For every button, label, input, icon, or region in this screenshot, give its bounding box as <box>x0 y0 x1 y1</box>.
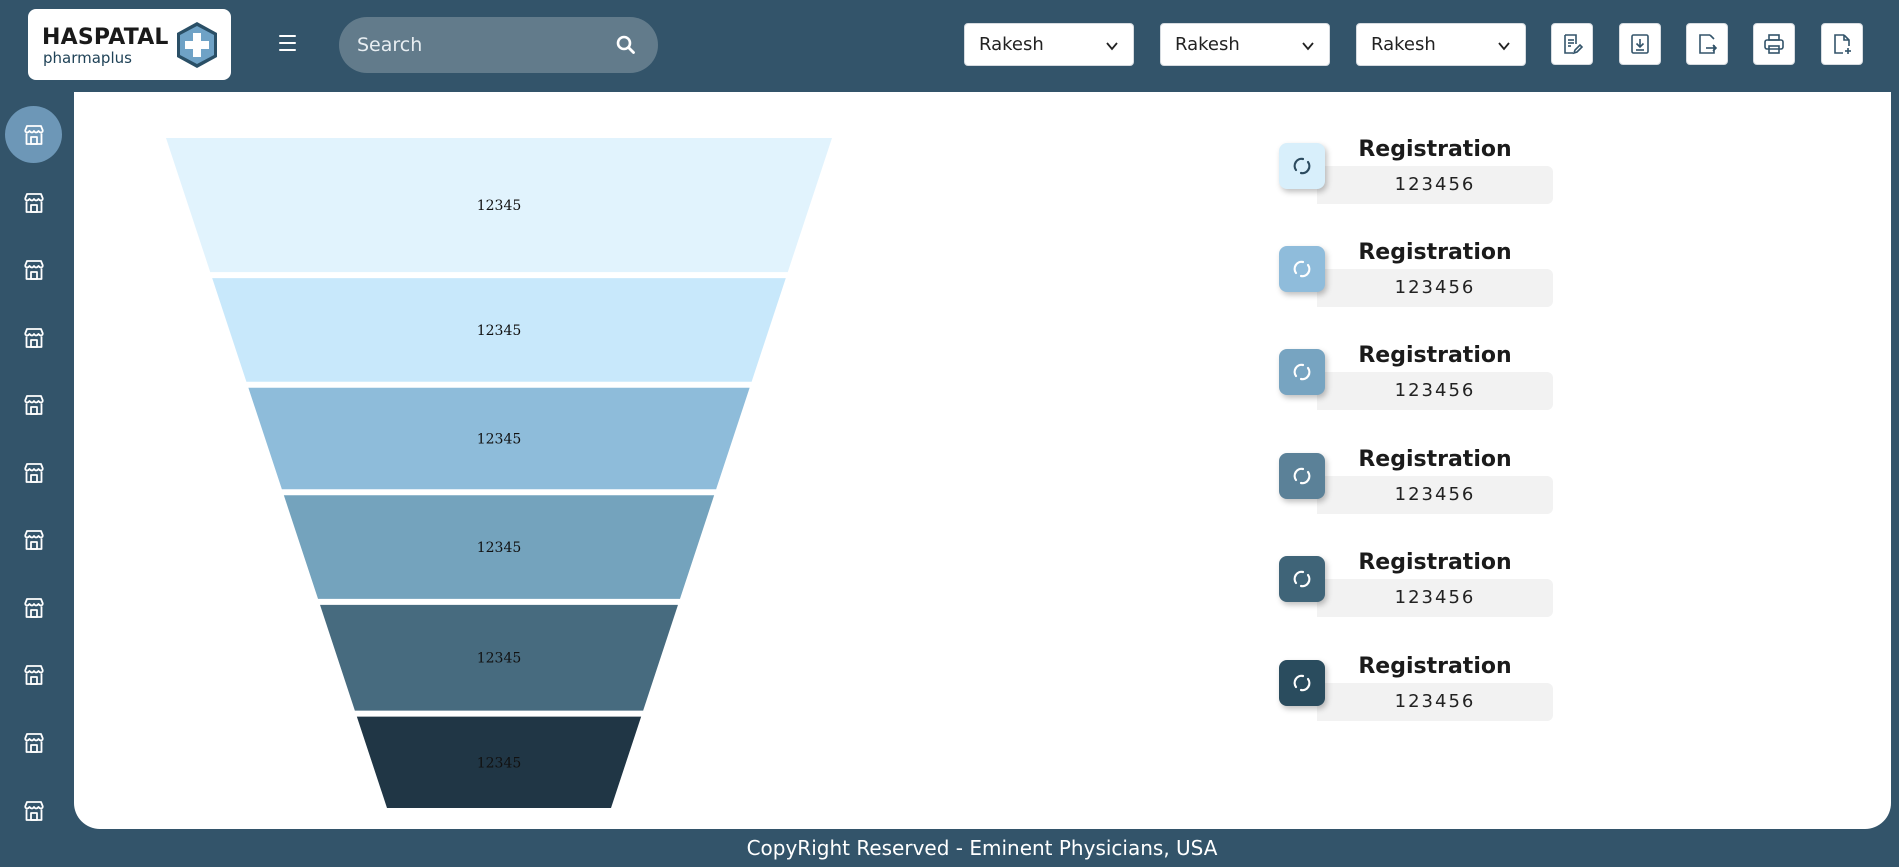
funnel-label: 12345 <box>477 651 522 667</box>
main-panel: 12345 12345 12345 12345 12345 12345 Registrat… <box>74 92 1891 829</box>
sidebar-item-10[interactable] <box>5 714 62 771</box>
store-icon <box>23 192 44 213</box>
export-icon <box>1699 34 1718 54</box>
stat-label: Registration <box>1358 550 1512 575</box>
dropdown-value: Rakesh <box>1371 34 1436 55</box>
stat-label: Registration <box>1358 447 1512 472</box>
link-icon <box>1293 568 1311 590</box>
stat-card[interactable]: Registration 123456 <box>1279 240 1569 307</box>
footer-copyright: CopyRight Reserved - Eminent Physicians,… <box>746 836 1218 860</box>
stat-icon-box <box>1279 349 1325 395</box>
link-icon <box>1293 155 1311 177</box>
store-icon <box>23 800 44 821</box>
logo-subtitle: pharmaplus <box>43 49 132 67</box>
filter-dropdown-2[interactable]: Rakesh <box>1160 23 1330 66</box>
sidebar-item-3[interactable] <box>5 241 62 298</box>
sidebar-item-6[interactable] <box>5 444 62 501</box>
link-icon <box>1293 258 1311 280</box>
stat-card[interactable]: Registration 123456 <box>1279 137 1569 204</box>
app-logo[interactable]: HASPATAL pharmaplus <box>28 9 231 80</box>
sidebar-item-4[interactable] <box>5 309 62 366</box>
search-icon[interactable] <box>615 34 637 56</box>
stat-value: 123456 <box>1317 372 1553 410</box>
filter-dropdown-3[interactable]: Rakesh <box>1356 23 1526 66</box>
logo-title: HASPATAL <box>42 25 169 50</box>
edit-report-button[interactable] <box>1551 23 1593 65</box>
link-icon <box>1293 361 1311 383</box>
stat-icon-box <box>1279 246 1325 292</box>
link-icon <box>1293 465 1311 487</box>
stat-value: 123456 <box>1317 269 1553 307</box>
funnel-label: 12345 <box>477 432 522 448</box>
sidebar <box>0 92 74 832</box>
funnel-label: 12345 <box>477 755 522 771</box>
store-icon <box>23 529 44 550</box>
stat-value: 123456 <box>1317 476 1553 514</box>
new-file-button[interactable] <box>1821 23 1863 65</box>
stat-value: 123456 <box>1317 579 1553 617</box>
chevron-down-icon <box>1302 42 1314 51</box>
search-input[interactable] <box>357 17 607 73</box>
dropdown-value: Rakesh <box>979 34 1044 55</box>
stat-label: Registration <box>1358 654 1512 679</box>
chevron-down-icon <box>1106 42 1118 51</box>
sidebar-item-7[interactable] <box>5 511 62 568</box>
chevron-down-icon <box>1498 42 1510 51</box>
sidebar-item-2[interactable] <box>5 174 62 231</box>
stat-card[interactable]: Registration 123456 <box>1279 447 1569 514</box>
store-icon <box>23 597 44 618</box>
stat-value: 123456 <box>1317 166 1553 204</box>
stat-value: 123456 <box>1317 683 1553 721</box>
funnel-label: 12345 <box>477 198 522 214</box>
store-icon <box>23 327 44 348</box>
edit-report-icon <box>1564 34 1584 55</box>
stat-icon-box <box>1279 143 1325 189</box>
sidebar-item-9[interactable] <box>5 646 62 703</box>
sidebar-item-1[interactable] <box>5 106 62 163</box>
funnel-chart: 12345 12345 12345 12345 12345 12345 <box>166 138 832 808</box>
dropdown-value: Rakesh <box>1175 34 1240 55</box>
stat-icon-box <box>1279 453 1325 499</box>
stat-card[interactable]: Registration 123456 <box>1279 550 1569 617</box>
funnel-label: 12345 <box>477 540 522 556</box>
sidebar-item-5[interactable] <box>5 376 62 433</box>
stat-label: Registration <box>1358 343 1512 368</box>
stat-label: Registration <box>1358 240 1512 265</box>
store-icon <box>23 259 44 280</box>
sidebar-item-11[interactable] <box>5 782 62 839</box>
stat-card[interactable]: Registration 123456 <box>1279 654 1569 721</box>
download-icon <box>1631 34 1649 54</box>
hamburger-menu-icon[interactable] <box>270 26 304 60</box>
export-button[interactable] <box>1686 23 1728 65</box>
stat-card[interactable]: Registration 123456 <box>1279 343 1569 410</box>
download-button[interactable] <box>1619 23 1661 65</box>
print-button[interactable] <box>1753 23 1795 65</box>
stat-icon-box <box>1279 556 1325 602</box>
store-icon <box>23 732 44 753</box>
search-bar <box>339 17 658 73</box>
medical-cross-icon <box>177 22 217 68</box>
store-icon <box>23 394 44 415</box>
store-icon <box>23 462 44 483</box>
print-icon <box>1764 34 1784 54</box>
funnel-label: 12345 <box>477 323 522 339</box>
stat-icon-box <box>1279 660 1325 706</box>
link-icon <box>1293 672 1311 694</box>
store-icon <box>23 664 44 685</box>
sidebar-item-8[interactable] <box>5 579 62 636</box>
new-file-icon <box>1834 34 1851 54</box>
store-icon <box>23 124 44 145</box>
stat-label: Registration <box>1358 137 1512 162</box>
filter-dropdown-1[interactable]: Rakesh <box>964 23 1134 66</box>
